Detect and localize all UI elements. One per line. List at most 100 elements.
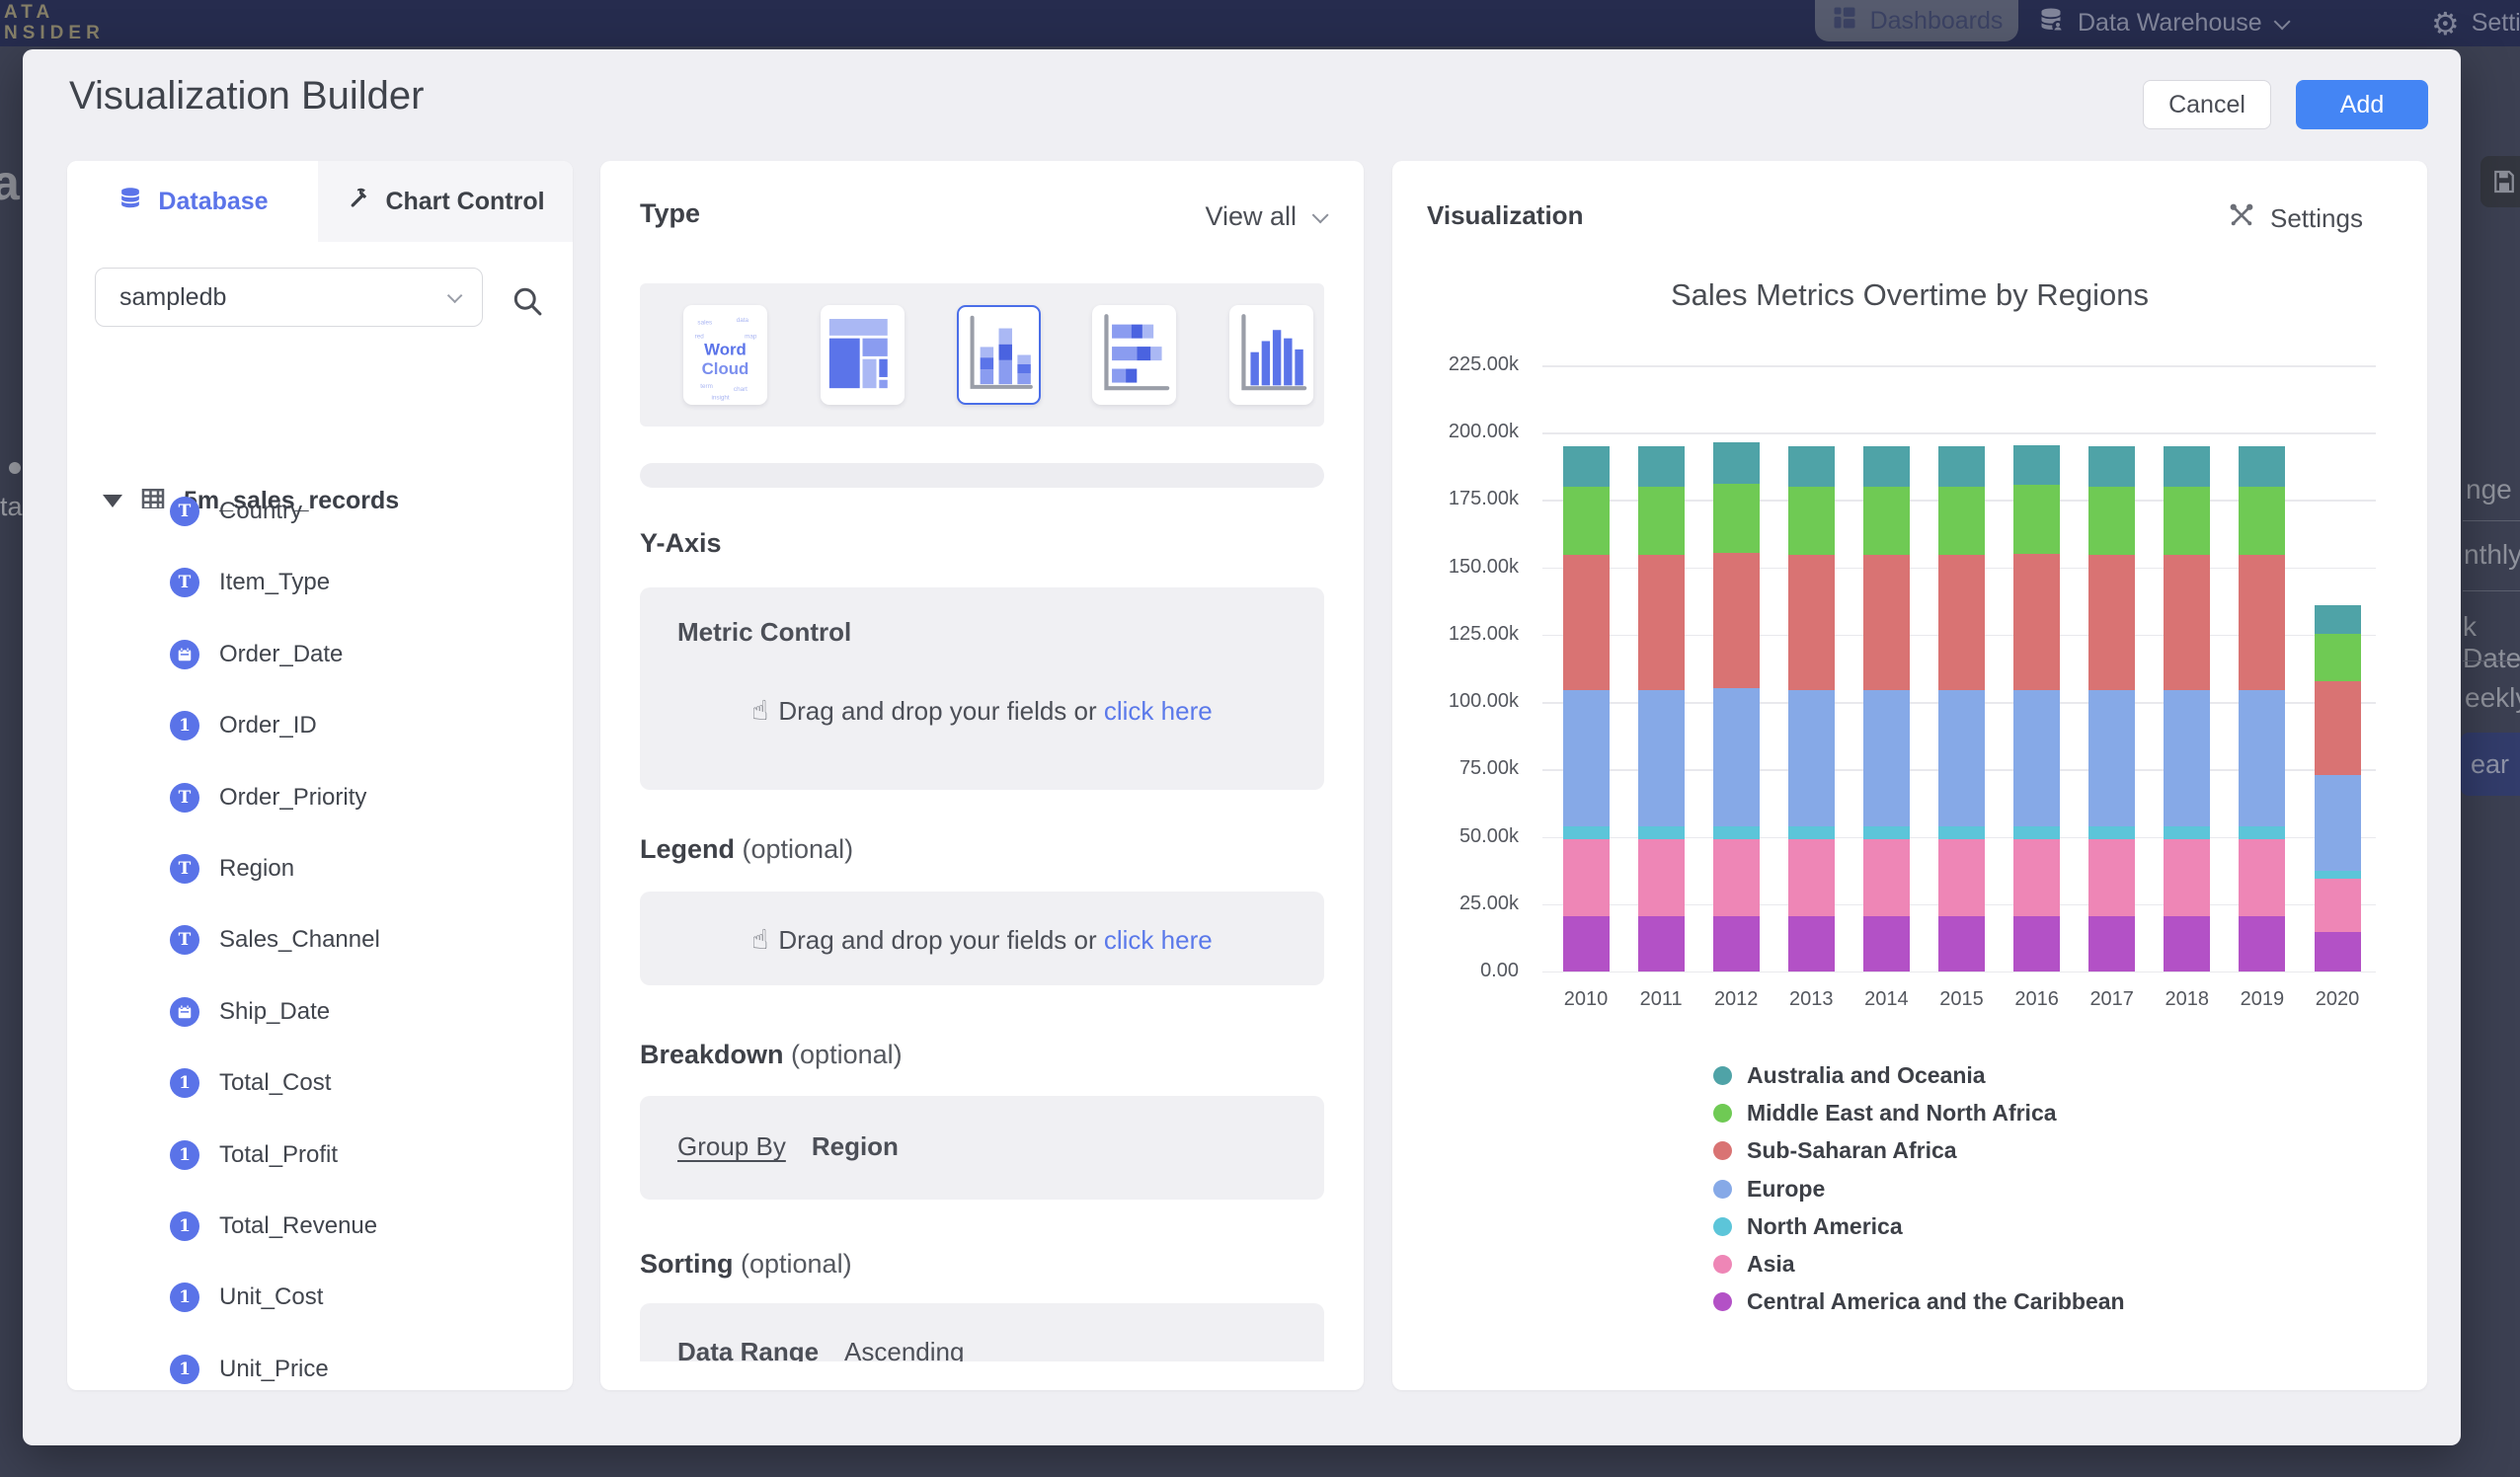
y-axis-tick-label: 175.00k <box>1392 488 1519 510</box>
date-field-icon <box>170 997 199 1027</box>
chart-type-treemap[interactable] <box>821 305 905 405</box>
field-label: Order_Priority <box>219 784 366 812</box>
field-item-order_id[interactable]: 1Order_ID <box>67 690 573 761</box>
field-label: Total_Profit <box>219 1141 338 1169</box>
legend-item[interactable]: Sub-Saharan Africa <box>1713 1132 2125 1170</box>
chart-type-word-cloud[interactable]: salesdatamapredWordCloudtermchartinsight <box>683 305 767 405</box>
bar-segment <box>2239 916 2285 972</box>
view-all-dropdown[interactable]: View all <box>1134 201 1324 232</box>
bar-segment <box>1638 839 1685 916</box>
chart-type-column[interactable] <box>1229 305 1313 405</box>
legend-item[interactable]: Middle East and North Africa <box>1713 1094 2125 1131</box>
bar-segment <box>1563 916 1610 972</box>
breakdown-box[interactable]: Group ByRegion <box>640 1096 1324 1200</box>
bar-segment <box>2088 839 2135 916</box>
field-item-total_revenue[interactable]: 1 Total_Revenue <box>67 1191 573 1262</box>
group-by-label[interactable]: Group By <box>677 1131 786 1161</box>
svg-text:data: data <box>737 317 749 324</box>
chart-type-stacked-column[interactable] <box>957 305 1041 405</box>
dashboards-grid-icon <box>1831 4 1858 39</box>
y-axis-tick-label: 50.00k <box>1392 825 1519 848</box>
field-item-ship_date[interactable]: Ship_Date <box>67 976 573 1048</box>
search-icon[interactable] <box>510 283 545 319</box>
field-item-sales_channel[interactable]: TSales_Channel <box>67 904 573 975</box>
chart-type-stacked-bar[interactable] <box>1092 305 1176 405</box>
bar-segment <box>1938 839 1985 916</box>
field-item-total_profit[interactable]: 1 Total_Profit <box>67 1120 573 1191</box>
horizontal-scrollbar[interactable] <box>640 463 1324 488</box>
field-item-total_cost[interactable]: 1Total_Cost <box>67 1048 573 1119</box>
click-here-link[interactable]: click here <box>1104 696 1213 726</box>
legend-dot <box>1713 1180 1732 1199</box>
sorting-row[interactable]: Data RangeAscending <box>677 1337 964 1361</box>
bar-segment <box>1563 690 1610 826</box>
group-by-row[interactable]: Group ByRegion <box>677 1131 899 1162</box>
text-field-icon: T <box>170 854 199 884</box>
field-item-item_type[interactable]: TItem_Type <box>67 547 573 618</box>
field-item-unit_price[interactable]: 1Unit_Price <box>67 1334 573 1390</box>
bar-segment <box>2013 554 2060 690</box>
chevron-down-icon <box>447 287 463 303</box>
bar-segment <box>1938 487 1985 556</box>
legend-dropzone[interactable]: ☝Drag and drop your fields or click here <box>640 892 1324 985</box>
svg-text:term: term <box>700 383 713 390</box>
field-item-order_priority[interactable]: TOrder_Priority <box>67 762 573 833</box>
x-axis-tick-label: 2011 <box>1621 988 1700 1011</box>
field-label: Total_Revenue <box>219 1212 377 1240</box>
bar-segment <box>2164 487 2210 556</box>
field-item-order_date[interactable]: Order_Date <box>67 619 573 690</box>
legend-item[interactable]: Europe <box>1713 1170 2125 1207</box>
field-item-region[interactable]: TRegion <box>67 833 573 904</box>
nav-item-data-warehouse[interactable]: Data Warehouse <box>2036 0 2286 46</box>
legend-item[interactable]: Central America and the Caribbean <box>1713 1283 2125 1321</box>
bar-segment <box>1938 555 1985 689</box>
bar-segment <box>1788 487 1835 556</box>
background-text-fragment: k Date <box>2463 611 2520 674</box>
x-axis-tick-label: 2015 <box>1923 988 2002 1011</box>
drop-hint: ☝Drag and drop your fields or click here <box>640 694 1324 727</box>
nav-item-dashboards[interactable]: Dashboards <box>1815 0 2018 41</box>
bar-segment <box>1713 484 1760 553</box>
y-axis-tick-label: 0.00 <box>1392 960 1519 982</box>
database-select[interactable]: sampledb <box>95 268 483 327</box>
tab-chart-control[interactable]: Chart Control <box>318 161 573 242</box>
bar-segment <box>2239 555 2285 689</box>
svg-text:insight: insight <box>711 394 729 401</box>
metric-control-dropzone[interactable]: Metric Control ☝Drag and drop your field… <box>640 587 1324 790</box>
field-item-country[interactable]: TCountry <box>67 476 573 547</box>
bar-segment <box>1863 839 1910 916</box>
field-item-unit_cost[interactable]: 1Unit_Cost <box>67 1262 573 1333</box>
field-label: Item_Type <box>219 569 330 596</box>
legend-item[interactable]: Asia <box>1713 1245 2125 1283</box>
legend-label: Central America and the Caribbean <box>1747 1288 2125 1315</box>
sorting-box[interactable]: Data RangeAscending <box>640 1303 1324 1361</box>
legend-item[interactable]: Australia and Oceania <box>1713 1056 2125 1094</box>
tab-database[interactable]: Database <box>67 161 318 242</box>
field-label: Total_Cost <box>219 1069 331 1097</box>
legend-label: Australia and Oceania <box>1747 1062 1986 1089</box>
database-warehouse-icon <box>2036 5 2066 41</box>
chart-legend: Australia and Oceania Middle East and Nor… <box>1713 1056 2125 1321</box>
cancel-button[interactable]: Cancel <box>2143 80 2271 129</box>
bar-segment <box>2164 839 2210 916</box>
number-field-icon: 1 <box>170 1211 199 1241</box>
y-axis-tick-label: 100.00k <box>1392 690 1519 713</box>
bar-segment <box>1788 555 1835 689</box>
svg-text:Cloud: Cloud <box>702 359 749 378</box>
bar-segment <box>1638 446 1685 487</box>
add-button[interactable]: Add <box>2296 80 2428 129</box>
legend-item[interactable]: North America <box>1713 1207 2125 1245</box>
database-select-value: sampledb <box>119 283 226 312</box>
bar-segment <box>2013 485 2060 554</box>
bar-segment <box>1788 916 1835 972</box>
nav-item-settings[interactable]: ⚙ Settings <box>2431 0 2520 46</box>
bar-segment <box>1713 442 1760 484</box>
bar-segment <box>1788 826 1835 840</box>
gear-icon: ⚙ <box>2431 5 2460 42</box>
svg-text:Word: Word <box>704 341 747 359</box>
bar-segment <box>1713 916 1760 972</box>
bar-segment <box>1788 446 1835 487</box>
number-field-icon: 1 <box>170 1140 199 1170</box>
click-here-link[interactable]: click here <box>1104 925 1213 955</box>
y-axis-tick-label: 25.00k <box>1392 893 1519 915</box>
